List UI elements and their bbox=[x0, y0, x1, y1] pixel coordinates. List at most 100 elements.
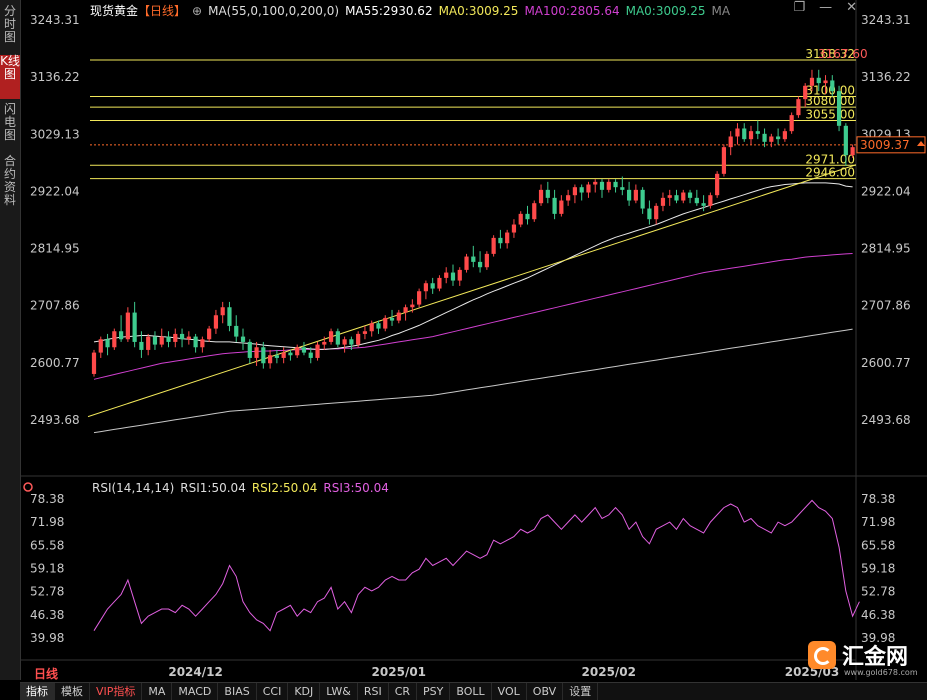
candle-body bbox=[132, 312, 137, 342]
chart-canvas: 3243.31 3243.313136.22 3136.223029.13 3029.… bbox=[20, 0, 927, 680]
ma55-value: MA55:2930.62 bbox=[345, 4, 433, 18]
toolbar-item-2[interactable]: VIP指标 bbox=[90, 683, 143, 700]
candle-body bbox=[220, 307, 225, 316]
candle-body bbox=[261, 347, 266, 364]
candle-body bbox=[850, 147, 855, 156]
price-tick-left: 2493.68 bbox=[30, 413, 80, 427]
rsi-tick-right: 52.78 bbox=[861, 585, 895, 599]
candle-body bbox=[288, 352, 293, 356]
candle-body bbox=[728, 136, 733, 148]
indicator-toolbar: 指标 模板 VIP指标 MA MACD BIAS CCI KDJ LW& RSI CR PSY BOLL… bbox=[20, 682, 927, 700]
candle-body bbox=[613, 181, 618, 188]
price-tick-right: 2707.86 bbox=[861, 299, 911, 313]
candle-body bbox=[410, 304, 415, 308]
candle-body bbox=[538, 189, 544, 204]
toolbar-item-7[interactable]: KDJ bbox=[288, 683, 321, 700]
candle-body bbox=[633, 189, 638, 201]
candle-body bbox=[491, 237, 496, 254]
toolbar-item-5[interactable]: BIAS bbox=[218, 683, 257, 700]
candle-body bbox=[234, 325, 239, 337]
candle-body bbox=[681, 192, 686, 201]
candle-body bbox=[98, 339, 103, 353]
rsi-tick-right: 59.18 bbox=[861, 562, 895, 576]
candle-body bbox=[836, 91, 842, 126]
ma-toggle[interactable]: MA bbox=[711, 4, 730, 18]
toolbar-item-12[interactable]: BOLL bbox=[450, 683, 492, 700]
candle-body bbox=[789, 115, 794, 132]
candle-body bbox=[369, 323, 374, 332]
candle-body bbox=[721, 147, 727, 174]
candle-body bbox=[660, 197, 666, 206]
candle-body bbox=[450, 272, 456, 281]
candle-body bbox=[146, 336, 151, 350]
candle-body bbox=[274, 355, 279, 358]
price-tick-left: 2600.77 bbox=[30, 356, 80, 370]
price-tick-right: 2922.04 bbox=[861, 184, 911, 198]
candle-body bbox=[498, 237, 503, 244]
candle-body bbox=[505, 232, 510, 244]
candle-body bbox=[193, 336, 198, 348]
toolbar-item-14[interactable]: OBV bbox=[527, 683, 564, 700]
rsi-tick-left: 78.38 bbox=[30, 492, 64, 506]
candle-body bbox=[715, 173, 720, 196]
candle-body bbox=[342, 339, 347, 345]
ma-params: MA(55,0,100,0,200,0) bbox=[208, 4, 340, 18]
candle-body bbox=[586, 184, 591, 193]
brand-mark-icon bbox=[808, 641, 836, 669]
candle-body bbox=[674, 195, 679, 201]
candle-body bbox=[417, 291, 422, 305]
rsi-tick-right: 71.98 bbox=[861, 515, 895, 529]
candle-body bbox=[626, 189, 632, 201]
toolbar-item-1[interactable]: 模板 bbox=[55, 683, 90, 700]
candle-body bbox=[830, 80, 835, 92]
candle-body bbox=[796, 99, 801, 116]
rsi-tick-left: 39.98 bbox=[30, 631, 64, 645]
candle-body bbox=[254, 347, 259, 358]
toolbar-item-8[interactable]: LW& bbox=[320, 683, 358, 700]
candle-body bbox=[247, 341, 252, 358]
candle-body bbox=[322, 341, 327, 345]
candle-body bbox=[782, 131, 787, 140]
toolbar-item-6[interactable]: CCI bbox=[257, 683, 289, 700]
minimize-icon[interactable]: — bbox=[819, 0, 832, 15]
toolbar-item-3[interactable]: MA bbox=[142, 683, 173, 700]
candle-body bbox=[362, 331, 368, 334]
toolbar-item-11[interactable]: PSY bbox=[417, 683, 451, 700]
rsi-line bbox=[93, 499, 860, 632]
ma0-value: MA0:3009.25 bbox=[438, 4, 519, 18]
candle-body bbox=[755, 131, 760, 134]
price-tick-left: 2814.95 bbox=[30, 242, 80, 256]
period-tag[interactable]: 【日线】 bbox=[138, 4, 186, 18]
chart-header: 现货黄金【日线】 ⊕ MA(55,0,100,0,200,0) MA55:2930.6… bbox=[90, 2, 736, 18]
toolbar-item-0[interactable]: 指标 bbox=[20, 683, 55, 700]
candle-body bbox=[118, 331, 124, 340]
candle-body bbox=[647, 208, 652, 220]
settings-icon[interactable]: ⊕ bbox=[192, 4, 202, 18]
candle-body bbox=[166, 336, 171, 342]
restore-icon[interactable]: ❐ bbox=[793, 0, 805, 15]
candle-body bbox=[687, 192, 693, 198]
rsi-tick-left: 52.78 bbox=[30, 585, 64, 599]
candle-body bbox=[545, 189, 550, 198]
rsi-tick-left: 46.38 bbox=[30, 608, 64, 622]
toolbar-item-13[interactable]: VOL bbox=[492, 683, 527, 700]
toolbar-item-4[interactable]: MACD bbox=[172, 683, 219, 700]
ma100-line bbox=[93, 253, 853, 380]
toolbar-item-10[interactable]: CR bbox=[389, 683, 418, 700]
candle-body bbox=[396, 312, 401, 321]
candle-body bbox=[295, 347, 300, 356]
candle-body bbox=[803, 85, 808, 100]
price-tick-left: 2707.86 bbox=[30, 299, 80, 313]
toolbar-item-15[interactable]: 设置 bbox=[563, 683, 599, 700]
close-icon[interactable]: ✕ bbox=[846, 0, 857, 15]
candle-body bbox=[356, 333, 361, 345]
toolbar-item-9[interactable]: RSI bbox=[358, 683, 389, 700]
last-price-label: 3009.37 bbox=[860, 138, 910, 152]
candle-body bbox=[240, 336, 246, 342]
candle-body bbox=[200, 339, 205, 348]
price-tick-right: 3243.31 bbox=[861, 13, 911, 27]
period-label[interactable]: 日线 bbox=[34, 665, 58, 682]
candle-body bbox=[423, 283, 428, 292]
candle-body bbox=[667, 195, 672, 198]
candle-body bbox=[816, 77, 821, 84]
